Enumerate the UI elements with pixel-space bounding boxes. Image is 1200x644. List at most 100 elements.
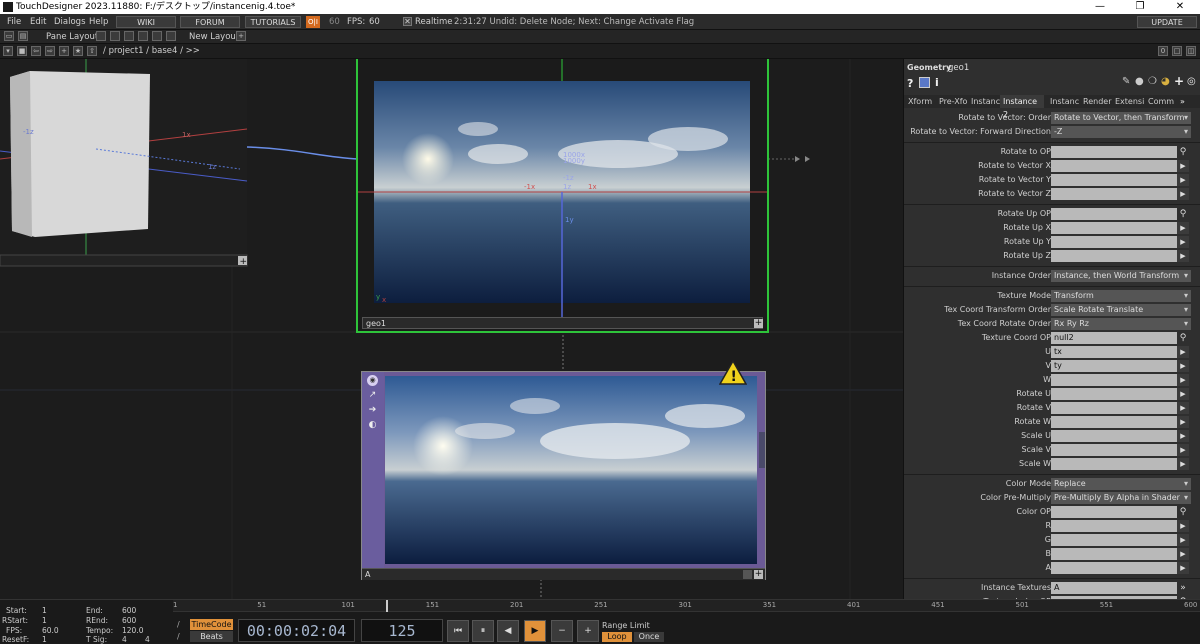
new-layout-label[interactable]: New Layout — [189, 30, 239, 44]
frame-display[interactable]: 125 — [361, 619, 443, 642]
top-node-a-viewer[interactable] — [385, 376, 757, 564]
op-picker-icon[interactable]: ⚲ — [1177, 332, 1189, 344]
param-field[interactable] — [1051, 416, 1177, 428]
param-field[interactable] — [1051, 430, 1177, 442]
top-node-viewer-toggle[interactable] — [743, 570, 752, 579]
color-icon[interactable]: ◕ — [1161, 76, 1170, 87]
bookmark-icon[interactable]: ★ — [73, 46, 83, 56]
top-node-a[interactable]: ◉ ↗ ➔ ◐ A + — [361, 371, 766, 580]
network-editor[interactable]: -1z 1x 1z + 1000x 1000y -1x 1x -1z 1z 1y… — [0, 59, 903, 599]
stop-icon[interactable]: ■ — [17, 46, 27, 56]
op-picker-icon[interactable]: ⚲ — [1177, 208, 1189, 220]
rewind-button[interactable]: ⏮ — [447, 620, 469, 642]
param-field[interactable] — [1051, 160, 1177, 172]
settings-icon[interactable]: ◎ — [1187, 76, 1196, 87]
param-expand-icon[interactable]: ▶ — [1177, 444, 1189, 456]
comment-icon[interactable]: ● — [1135, 76, 1144, 87]
param-field[interactable] — [1051, 188, 1177, 200]
tab-render[interactable]: Render — [1083, 97, 1111, 106]
forum-button[interactable]: FORUM — [180, 16, 240, 28]
back-icon[interactable]: ⇦ — [31, 46, 41, 56]
param-field[interactable] — [1051, 402, 1177, 414]
pane-split-icon[interactable]: ▭ — [4, 31, 14, 41]
add-parameter-icon[interactable]: + — [1174, 74, 1184, 88]
menu-file[interactable]: File — [7, 14, 21, 30]
param-menu[interactable]: Rotate to Vector, then Transform — [1051, 112, 1191, 124]
tabs-more[interactable]: » — [1180, 97, 1185, 106]
param-field[interactable] — [1051, 388, 1177, 400]
param-menu[interactable]: Transform — [1051, 290, 1191, 302]
pause-button[interactable]: ⏸ — [472, 620, 494, 642]
param-expand-icon[interactable]: ▶ — [1177, 222, 1189, 234]
param-field[interactable]: ty — [1051, 360, 1177, 372]
timeline-expand-icon[interactable]: / — [177, 620, 186, 629]
param-menu[interactable]: -Z — [1051, 126, 1191, 138]
step-back-button[interactable]: ◀ — [497, 620, 519, 642]
warning-icon[interactable]: ! — [719, 360, 747, 386]
start-value[interactable]: 1 — [42, 606, 47, 615]
param-field[interactable]: A — [1051, 582, 1177, 594]
param-field[interactable]: tx — [1051, 346, 1177, 358]
bypass-icon[interactable]: ↗ — [367, 390, 378, 401]
param-field[interactable] — [1051, 174, 1177, 186]
menu-help[interactable]: Help — [89, 14, 108, 30]
python-help-icon[interactable] — [919, 77, 930, 88]
play-button[interactable]: ▶ — [524, 620, 546, 642]
param-field[interactable] — [1051, 236, 1177, 248]
param-field[interactable] — [1051, 506, 1177, 518]
menu-dialogs[interactable]: Dialogs — [54, 14, 86, 30]
param-field[interactable]: null2 — [1051, 332, 1177, 344]
maximize-pane-icon[interactable]: □ — [1172, 46, 1182, 56]
split-pane-icon[interactable]: ◫ — [1186, 46, 1196, 56]
param-menu[interactable]: Rx Ry Rz — [1051, 318, 1191, 330]
expand-sequence-icon[interactable]: » — [1177, 582, 1189, 594]
param-expand-icon[interactable]: ▶ — [1177, 360, 1189, 372]
info-icon[interactable]: i — [935, 76, 939, 89]
render-icon[interactable]: ◐ — [367, 420, 378, 431]
timecode-display[interactable]: 00:00:02:04 — [238, 619, 355, 642]
param-field[interactable] — [1051, 374, 1177, 386]
param-field[interactable] — [1051, 562, 1177, 574]
tab-common[interactable]: Comm — [1148, 97, 1174, 106]
param-expand-icon[interactable]: ▶ — [1177, 402, 1189, 414]
param-op-name[interactable]: geo1 — [948, 63, 969, 73]
top-node-name[interactable]: A — [365, 569, 370, 580]
layout-6-icon[interactable] — [166, 31, 176, 41]
param-field[interactable] — [1051, 222, 1177, 234]
layout-2-icon[interactable] — [110, 31, 120, 41]
param-field[interactable] — [1051, 534, 1177, 546]
fps-value-timeline[interactable]: 60.0 — [42, 626, 59, 635]
menu-edit[interactable]: Edit — [30, 14, 46, 30]
param-expand-icon[interactable]: ▶ — [1177, 548, 1189, 560]
timecode-toggle[interactable]: TimeCode — [190, 619, 233, 630]
help-icon[interactable]: ? — [907, 77, 913, 90]
tab-instance[interactable]: Instanc — [971, 97, 1000, 106]
param-expand-icon[interactable]: ▶ — [1177, 174, 1189, 186]
layout-1-icon[interactable] — [96, 31, 106, 41]
wiki-button[interactable]: WIKI — [116, 16, 176, 28]
param-menu[interactable]: Pre-Multiply By Alpha in Shader — [1051, 492, 1191, 504]
param-expand-icon[interactable]: ▶ — [1177, 458, 1189, 470]
param-expand-icon[interactable]: ▶ — [1177, 520, 1189, 532]
param-field[interactable] — [1051, 146, 1177, 158]
tab-instance-3[interactable]: Instanc — [1050, 97, 1079, 106]
geo1-node[interactable]: 1000x 1000y -1x 1x -1z 1z 1y y x geo1 + — [356, 59, 769, 333]
add-layout-button[interactable]: + — [236, 31, 246, 41]
step-forward-frame-button[interactable]: + — [577, 620, 599, 642]
end-value[interactable]: 600 — [122, 606, 136, 615]
geo1-viewer[interactable]: 1000x 1000y -1x 1x -1z 1z 1y y x — [358, 59, 767, 319]
layout-4-icon[interactable] — [138, 31, 148, 41]
param-expand-icon[interactable]: ▶ — [1177, 188, 1189, 200]
tab-pre-xform[interactable]: Pre-Xfo — [939, 97, 967, 106]
layout-5-icon[interactable] — [152, 31, 162, 41]
param-menu[interactable]: Instance, then World Transform — [1051, 270, 1191, 282]
param-expand-icon[interactable]: ▶ — [1177, 416, 1189, 428]
param-expand-icon[interactable]: ▶ — [1177, 346, 1189, 358]
param-field[interactable] — [1051, 444, 1177, 456]
realtime-checkbox[interactable]: ✕ — [403, 17, 412, 26]
param-expand-icon[interactable]: ▶ — [1177, 250, 1189, 262]
param-expand-icon[interactable]: ▶ — [1177, 430, 1189, 442]
param-expand-icon[interactable]: ▶ — [1177, 236, 1189, 248]
tempo-value[interactable]: 120.0 — [122, 626, 143, 635]
param-expand-icon[interactable]: ▶ — [1177, 388, 1189, 400]
